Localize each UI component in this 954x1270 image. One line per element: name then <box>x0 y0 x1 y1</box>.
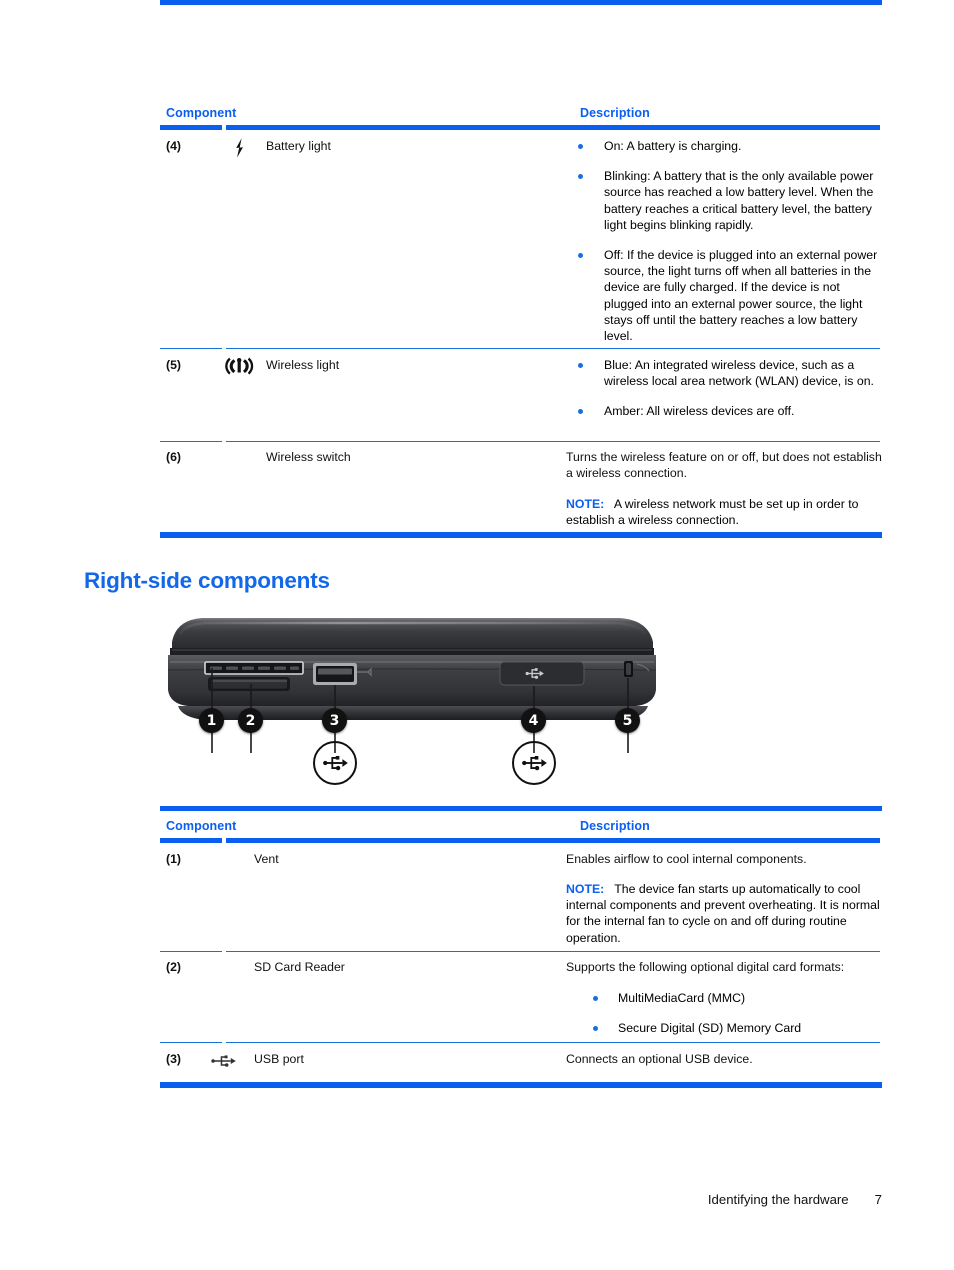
footer-chapter: Identifying the hardware <box>707 1192 849 1207</box>
callout-4: 4 <box>521 708 546 733</box>
table1-bottom-border <box>160 532 882 538</box>
list-item: Blue: An integrated wireless device, suc… <box>566 357 882 389</box>
table1-row2-number: (5) <box>166 358 182 372</box>
table2-row1-note: NOTE: The device fan starts up automatic… <box>566 881 884 946</box>
table1-header-rule <box>160 125 882 130</box>
table2-top-border <box>160 806 882 811</box>
table2-header-component: Component <box>166 819 237 833</box>
table2-row-rule-1 <box>160 951 882 952</box>
table1-row-rule-1 <box>160 348 882 349</box>
callout-3: 3 <box>322 708 347 733</box>
callout-1: 1 <box>199 708 224 733</box>
table1-row3-name: Wireless switch <box>266 450 351 464</box>
table1-row-rule-2 <box>160 441 882 442</box>
footer-page-number: 7 <box>874 1192 882 1207</box>
battery-lightning-icon <box>228 137 252 159</box>
list-item: Secure Digital (SD) Memory Card <box>566 1020 882 1036</box>
list-item: Blinking: A battery that is the only ava… <box>566 168 882 233</box>
callout-2: 2 <box>238 708 263 733</box>
list-item: MultiMediaCard (MMC) <box>566 990 882 1006</box>
table1-header-description: Description <box>580 106 650 120</box>
table2-row1-description: Enables airflow to cool internal compone… <box>566 852 807 866</box>
table2-row3-description: Connects an optional USB device. <box>566 1052 753 1066</box>
table2-row1-name: Vent <box>254 852 279 866</box>
table2-bottom-border <box>160 1082 882 1088</box>
usb-icon-callout-4 <box>512 741 556 785</box>
table2-row3-name: USB port <box>254 1052 304 1066</box>
table1-row2-bullets: Blue: An integrated wireless device, suc… <box>566 357 882 420</box>
table2-row1-number: (1) <box>166 852 182 866</box>
list-item: On: A battery is charging. <box>566 138 882 154</box>
document-page: Component Description (4) Battery light … <box>0 0 954 1270</box>
table2-row-rule-2 <box>160 1042 882 1043</box>
note-label: NOTE: <box>566 497 605 511</box>
table1-row1-bullets: On: A battery is charging. Blinking: A b… <box>566 138 882 344</box>
table1-row3-number: (6) <box>166 450 182 464</box>
table2-row2-bullets: MultiMediaCard (MMC) Secure Digital (SD)… <box>566 990 882 1036</box>
table2-row2-name: SD Card Reader <box>254 960 345 974</box>
page-footer: Identifying the hardware 7 <box>160 1192 882 1207</box>
table-top-border-1 <box>160 0 882 5</box>
usb-icon-callout-3 <box>313 741 357 785</box>
list-item: Off: If the device is plugged into an ex… <box>566 247 882 344</box>
usb-icon <box>208 1052 240 1070</box>
table1-row3-note: NOTE: A wireless network must be set up … <box>566 496 882 528</box>
table2-header-rule <box>160 838 882 843</box>
table1-row1-name: Battery light <box>266 139 331 153</box>
table2-row2-number: (2) <box>166 960 182 974</box>
list-item: Amber: All wireless devices are off. <box>566 403 882 419</box>
note-text: The device fan starts up automatically t… <box>566 882 880 945</box>
page-title: Right-side components <box>84 568 330 593</box>
table1-row2-name: Wireless light <box>266 358 340 372</box>
table2-header-description: Description <box>580 819 650 833</box>
table1-row3-description: Turns the wireless feature on or off, bu… <box>566 450 882 481</box>
laptop-right-side-view: 1 2 3 4 5 <box>150 608 670 803</box>
wireless-antenna-icon <box>224 356 254 376</box>
callout-5: 5 <box>615 708 640 733</box>
table1-row1-number: (4) <box>166 139 182 153</box>
table1-header-component: Component <box>166 106 237 120</box>
note-label: NOTE: <box>566 882 605 896</box>
table2-row2-description: Supports the following optional digital … <box>566 960 845 974</box>
table2-row3-number: (3) <box>166 1052 182 1066</box>
